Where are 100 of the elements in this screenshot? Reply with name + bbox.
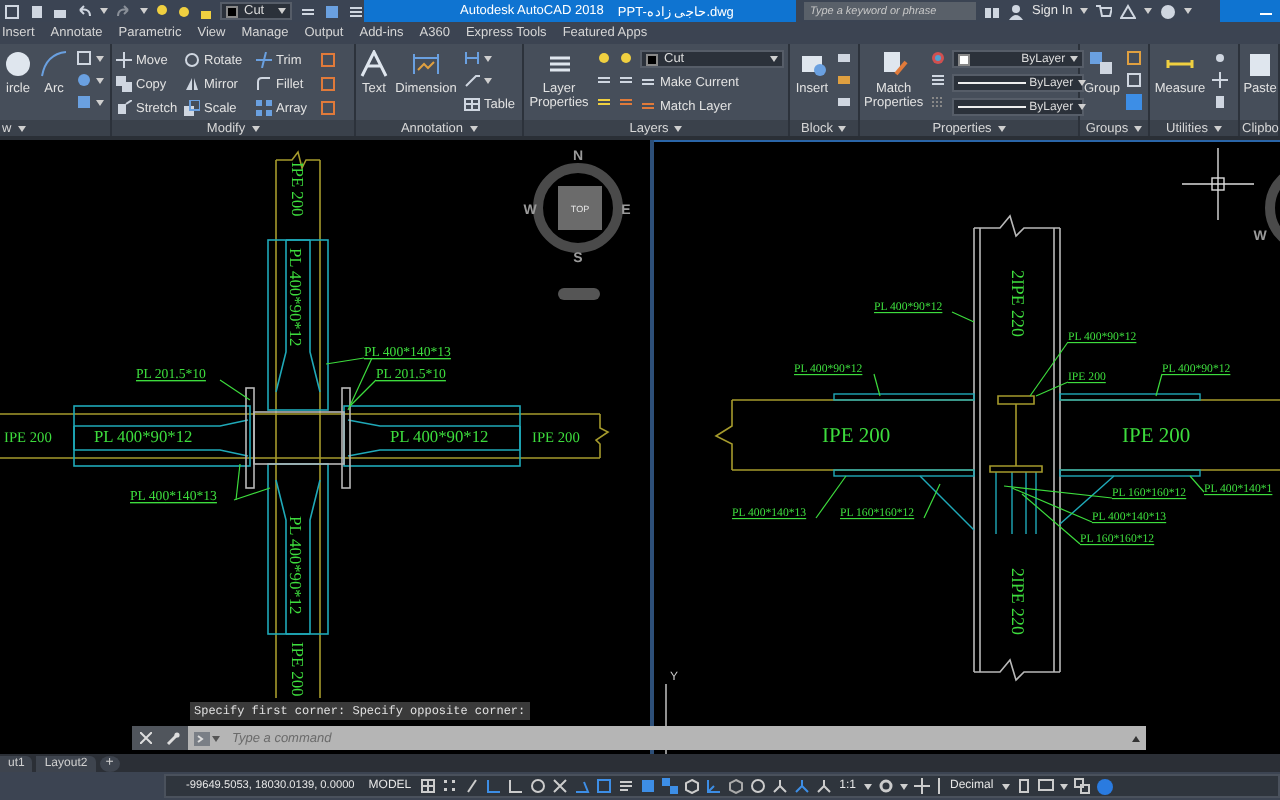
plate-outline	[1059, 393, 1201, 401]
plus-icon[interactable]	[913, 778, 930, 794]
redo-icon[interactable]	[116, 3, 132, 19]
app-menu-icon[interactable]	[4, 3, 20, 19]
trim-icon[interactable]	[256, 52, 272, 68]
document-icon[interactable]	[28, 3, 44, 19]
bar-icon[interactable]	[935, 778, 942, 794]
caret-icon[interactable]	[674, 125, 683, 131]
caret-icon[interactable]	[1001, 783, 1010, 789]
dots-icon[interactable]	[441, 778, 458, 794]
table-icon[interactable]	[464, 96, 480, 112]
arc-icon[interactable]	[40, 50, 68, 78]
layer-icon[interactable]	[618, 72, 634, 88]
compass-ring[interactable]	[533, 163, 623, 253]
caret-icon[interactable]	[212, 735, 220, 741]
caret-icon[interactable]	[484, 77, 492, 83]
angle-icon[interactable]	[573, 778, 590, 794]
caret-icon[interactable]	[484, 55, 492, 61]
color-wheel-icon[interactable]	[929, 50, 946, 66]
circle-icon[interactable]	[4, 50, 32, 78]
leader-line	[923, 483, 941, 519]
close-icon[interactable]	[139, 732, 152, 744]
caret-icon[interactable]	[770, 56, 778, 62]
windows-icon[interactable]	[1073, 778, 1090, 794]
square-icon[interactable]	[639, 778, 656, 794]
caret-icon[interactable]	[469, 125, 478, 131]
rotate-icon[interactable]	[184, 52, 200, 68]
leader-line	[1155, 373, 1163, 397]
user-icon[interactable]	[1008, 3, 1024, 19]
scale-icon[interactable]	[184, 100, 200, 116]
array-icon[interactable]	[256, 100, 272, 116]
coordinate-system-menu[interactable]	[558, 288, 600, 300]
leader-line	[951, 311, 975, 323]
grid-icon[interactable]	[419, 778, 436, 794]
stretch-icon[interactable]	[116, 100, 132, 116]
caret-icon[interactable]	[17, 125, 26, 131]
caret-icon[interactable]	[1080, 8, 1089, 14]
caret-icon[interactable]	[1077, 104, 1086, 110]
layer-icon[interactable]	[640, 74, 656, 90]
drawing-label: PL 400*90*12	[94, 428, 193, 446]
caret-icon[interactable]	[1134, 125, 1143, 131]
caret-icon[interactable]	[838, 125, 847, 131]
circle-icon[interactable]	[529, 778, 546, 794]
drawing-label: IPE 200	[288, 642, 306, 697]
caret-icon[interactable]	[1059, 783, 1068, 789]
cross-icon[interactable]	[551, 778, 568, 794]
i-section-outline	[989, 395, 1043, 473]
menu-icon[interactable]	[348, 3, 364, 19]
color-swatch	[957, 53, 970, 65]
caret-up-icon[interactable]	[1132, 735, 1140, 741]
caret-icon[interactable]	[1213, 125, 1222, 131]
cart-icon[interactable]	[1096, 3, 1113, 19]
insert-icon[interactable]	[798, 50, 826, 78]
layer-icon[interactable]	[640, 98, 656, 114]
letter-a-icon[interactable]	[360, 50, 388, 78]
wrench-icon[interactable]	[166, 731, 181, 745]
caret-icon[interactable]	[100, 8, 108, 14]
lines-icon[interactable]	[617, 778, 634, 794]
stiffener-line	[919, 475, 975, 531]
caret-icon[interactable]	[1144, 8, 1153, 14]
caret-icon[interactable]	[1184, 8, 1193, 14]
plate-outline	[1059, 469, 1201, 477]
caret-icon[interactable]	[96, 77, 104, 83]
squares-icon[interactable]	[661, 778, 678, 794]
drawing-label: IPE 200	[822, 426, 891, 448]
caret-icon[interactable]	[278, 8, 286, 14]
caret-icon[interactable]	[96, 55, 104, 61]
move-icon[interactable]	[116, 52, 132, 68]
plus-icon[interactable]	[1212, 72, 1228, 88]
fillet-icon[interactable]	[256, 76, 272, 92]
leader-line	[1189, 475, 1205, 493]
drawing-label: 2IPE 220	[1008, 568, 1028, 635]
linetype-icon[interactable]	[929, 72, 946, 88]
caret-icon[interactable]	[1069, 56, 1078, 62]
dimension-icon[interactable]	[412, 50, 440, 78]
square-icon[interactable]	[595, 778, 612, 794]
mirror-icon[interactable]	[184, 76, 200, 92]
undo-icon[interactable]	[76, 3, 92, 19]
color-swatch	[646, 53, 658, 65]
layer-icon[interactable]	[596, 94, 612, 110]
caret-icon[interactable]	[140, 8, 148, 14]
caret-icon[interactable]	[899, 783, 908, 789]
copy-icon[interactable]	[116, 76, 132, 92]
layer-icon[interactable]	[596, 72, 612, 88]
prompt-icon[interactable]	[194, 731, 210, 745]
caret-icon[interactable]	[1077, 80, 1086, 86]
caret-icon[interactable]	[251, 125, 260, 131]
rectangle-icon[interactable]	[76, 50, 92, 66]
leader-icon[interactable]	[464, 72, 480, 88]
linear-dimension-icon[interactable]	[464, 50, 480, 66]
plate-outline	[833, 469, 975, 477]
layer-icon[interactable]	[618, 94, 634, 110]
caret-icon[interactable]	[997, 125, 1006, 131]
caret-icon[interactable]	[863, 783, 872, 789]
caret-icon[interactable]	[96, 99, 104, 105]
plate-outline	[833, 393, 975, 401]
point-icon[interactable]	[1212, 50, 1228, 66]
axes-icon[interactable]	[705, 778, 722, 794]
end-plate-outline	[245, 387, 255, 489]
color-swatch	[226, 5, 238, 17]
